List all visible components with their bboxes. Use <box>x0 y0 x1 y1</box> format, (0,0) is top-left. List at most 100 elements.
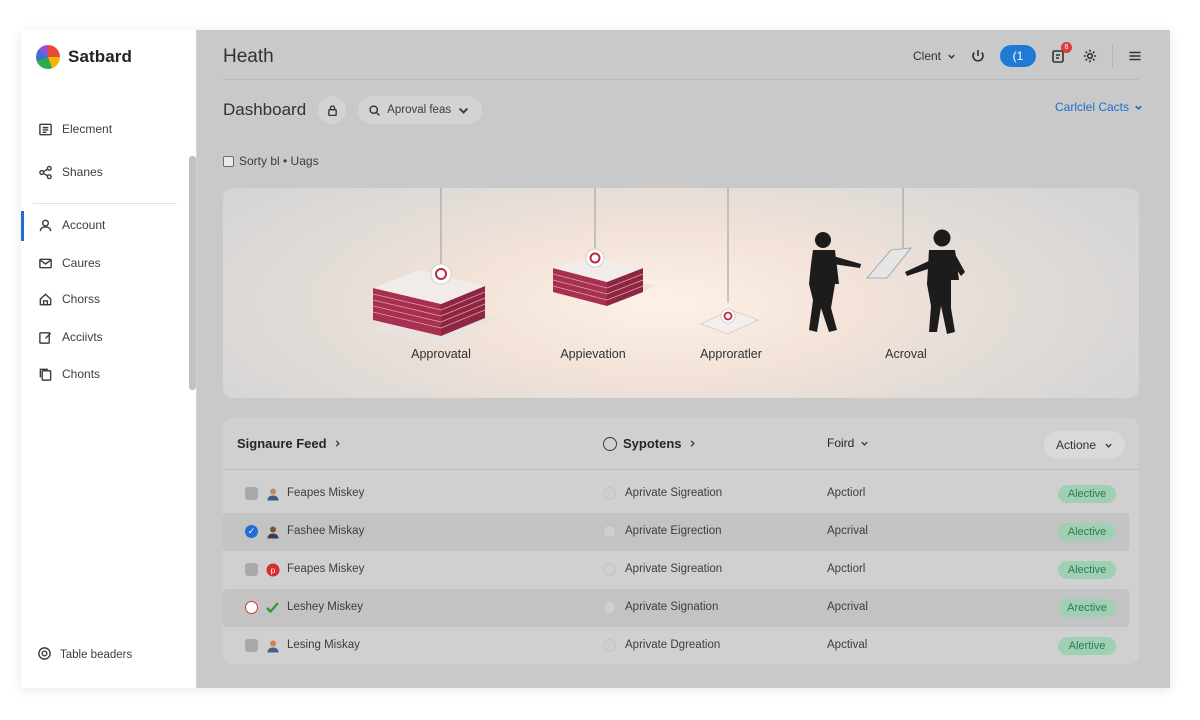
lock-icon <box>327 104 337 116</box>
app-window: Satbard Elecment Shanes Account Caures C… <box>21 30 1170 688</box>
table-row[interactable]: Leshey Miskey Aprivate Signation Apcriva… <box>223 589 1129 627</box>
column-header-label: Sypotens <box>623 436 682 451</box>
row-checkbox[interactable] <box>245 563 258 576</box>
row-radio[interactable] <box>603 601 616 614</box>
sidebar-item-caures[interactable]: Caures <box>37 252 101 274</box>
row-signature: Aprivate Sigreation <box>625 563 723 575</box>
sidebar-item-chorss[interactable]: Chorss <box>37 288 100 310</box>
sidebar-divider <box>33 203 177 204</box>
search-label: Aproval feas <box>387 104 452 116</box>
page-title: Dashboard <box>223 100 307 119</box>
chevron-down-icon <box>948 54 955 59</box>
gear-icon[interactable] <box>1080 46 1100 66</box>
search-icon <box>369 104 381 116</box>
column-header-sypotens[interactable]: Sypotens <box>603 436 697 451</box>
table-row[interactable]: Lesing Miskay Aprivate Dgreation Apctiva… <box>223 627 1129 664</box>
status-pill-button[interactable]: (1 <box>1000 45 1036 67</box>
row-radio[interactable] <box>603 525 616 538</box>
status-badge: Arective <box>1058 599 1116 617</box>
status-badge: Alective <box>1058 523 1116 541</box>
filter-checkbox[interactable] <box>223 155 234 167</box>
row-folder: Apcrival <box>827 525 868 537</box>
column-header-foird[interactable]: Foird <box>827 436 869 450</box>
sidebar-item-label: Caures <box>62 256 101 270</box>
dashboard-header: Dashboard Aproval feas Carlclel Cacts <box>223 94 1143 126</box>
row-folder: Apctival <box>827 639 868 651</box>
row-radio[interactable] <box>603 563 616 576</box>
column-header-signature-feed[interactable]: Signaure Feed <box>237 436 342 451</box>
row-signature: Aprivate Sigreation <box>625 487 723 499</box>
table-row[interactable]: p Feapes Miskey Aprivate Sigreation Apct… <box>223 551 1129 589</box>
list-icon <box>37 121 53 137</box>
power-icon[interactable] <box>968 46 988 66</box>
table-row[interactable]: Feapes Miskey Aprivate Sigreation Apctio… <box>223 475 1129 513</box>
notification-badge: 6 <box>1061 42 1072 53</box>
header-divider <box>223 79 1139 80</box>
right-link-label: Carlclel Cacts <box>1054 100 1129 114</box>
sidebar-item-elecment[interactable]: Elecment <box>37 118 112 140</box>
signature-feed-table: Signaure Feed Sypotens Foird Actione Fea… <box>223 418 1139 664</box>
step-label: Approratler <box>700 347 762 361</box>
actions-label: Actione <box>1055 438 1096 452</box>
sidebar-item-label: Chorss <box>62 292 101 306</box>
sidebar-item-chonts[interactable]: Chonts <box>37 363 100 385</box>
row-radio[interactable] <box>603 639 616 652</box>
table-body: Feapes Miskey Aprivate Sigreation Apctio… <box>223 475 1139 664</box>
table-headers-button[interactable]: Table beaders <box>37 646 132 664</box>
footer-label: Table beaders <box>60 649 133 661</box>
row-name: Lesing Miskay <box>287 639 360 651</box>
person-avatar-icon <box>265 524 280 539</box>
sidebar-item-shanes[interactable]: Shanes <box>37 161 103 183</box>
svg-text:p: p <box>270 566 275 575</box>
active-indicator <box>21 211 24 241</box>
row-checkbox[interactable] <box>245 639 258 652</box>
sidebar-item-label: Shanes <box>62 165 103 179</box>
sidebar-scrollbar[interactable] <box>189 156 196 390</box>
row-name: Feapes Miskey <box>287 563 365 575</box>
document-stack-icon <box>552 248 655 306</box>
status-badge: Alertive <box>1058 637 1116 655</box>
chevron-down-icon <box>1105 443 1112 448</box>
row-name: Feapes Miskey <box>287 487 365 499</box>
row-checkbox-ring[interactable] <box>245 601 258 614</box>
row-checkbox-checked[interactable]: ✓ <box>245 525 258 538</box>
sidebar-item-account[interactable]: Account <box>37 214 105 236</box>
row-name: Leshey Miskey <box>287 601 364 613</box>
status-badge: Alective <box>1058 485 1116 503</box>
user-icon <box>37 217 53 233</box>
approval-illustration <box>372 188 965 346</box>
menu-icon[interactable] <box>1125 46 1145 66</box>
sidebar-item-label: Acciivts <box>62 330 103 344</box>
carlclel-cacts-dropdown[interactable]: Carlclel Cacts <box>1055 100 1143 114</box>
actions-dropdown[interactable]: Actione <box>1043 431 1125 459</box>
sidebar-item-acciivts[interactable]: Acciivts <box>37 326 103 348</box>
sidebar-item-label: Elecment <box>62 122 113 136</box>
app-title: Heath <box>223 46 274 67</box>
row-folder: Apcrival <box>827 601 868 613</box>
row-signature: Aprivate Eigrection <box>625 525 722 537</box>
brand[interactable]: Satbard <box>36 44 132 70</box>
status-badge: Alective <box>1058 561 1116 579</box>
sidebar-item-label: Account <box>62 218 106 232</box>
brand-name: Satbard <box>68 47 132 66</box>
step-label: Approvatal <box>411 347 471 361</box>
approval-search-dropdown[interactable]: Aproval feas <box>358 96 483 124</box>
row-folder: Apctiorl <box>827 487 866 499</box>
toolbar-divider <box>1112 44 1113 68</box>
table-header: Signaure Feed Sypotens Foird Actione <box>223 418 1139 470</box>
row-name: Fashee Miskay <box>287 525 365 537</box>
row-radio[interactable] <box>603 487 616 500</box>
table-row[interactable]: ✓ Fashee Miskay Aprivate Eigrection Apcr… <box>223 513 1129 551</box>
row-folder: Apctiorl <box>827 563 866 575</box>
client-dropdown[interactable]: Clent <box>913 49 956 63</box>
brand-logo-icon <box>36 45 60 69</box>
row-checkbox[interactable] <box>245 487 258 500</box>
person-avatar-icon <box>265 486 280 501</box>
top-toolbar: Clent (1 6 <box>913 42 1145 68</box>
approval-illustration-banner: Approvatal Appievation Approratler Acrov… <box>223 188 1139 398</box>
copy-icon <box>37 366 53 382</box>
notifications-icon[interactable]: 6 <box>1048 42 1072 66</box>
lock-button[interactable] <box>318 96 347 124</box>
chevron-right-icon <box>690 440 695 447</box>
document-stack-icon <box>372 263 495 346</box>
